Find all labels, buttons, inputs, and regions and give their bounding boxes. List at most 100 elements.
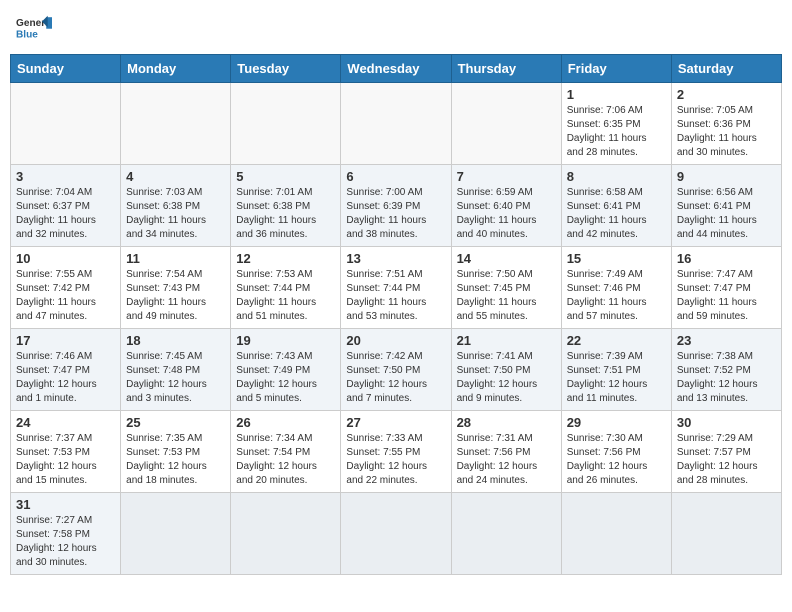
calendar-cell: 17 Sunrise: 7:46 AM Sunset: 7:47 PM Dayli…	[11, 329, 121, 411]
day-number: 11	[126, 251, 225, 266]
day-number: 17	[16, 333, 115, 348]
day-info: Sunrise: 7:49 AM Sunset: 7:46 PM Dayligh…	[567, 268, 666, 324]
calendar-week-row: 3 Sunrise: 7:04 AM Sunset: 6:37 PM Daylig…	[11, 165, 782, 247]
calendar-week-row: 10 Sunrise: 7:55 AM Sunset: 7:42 PM Dayli…	[11, 247, 782, 329]
day-info: Sunrise: 7:04 AM Sunset: 6:37 PM Dayligh…	[16, 186, 115, 242]
day-number: 13	[346, 251, 445, 266]
day-number: 7	[457, 169, 556, 184]
svg-text:Blue: Blue	[16, 29, 38, 40]
day-info: Sunrise: 6:58 AM Sunset: 6:41 PM Dayligh…	[567, 186, 666, 242]
calendar-cell: 28 Sunrise: 7:31 AM Sunset: 7:56 PM Dayli…	[451, 411, 561, 493]
day-number: 28	[457, 415, 556, 430]
calendar-cell: 1 Sunrise: 7:06 AM Sunset: 6:35 PM Daylig…	[561, 83, 671, 165]
calendar-cell: 2Sunrise: 7:05 AM Sunset: 6:36 PM Daylig…	[671, 83, 781, 165]
day-number: 1	[567, 87, 666, 102]
day-info: Sunrise: 7:47 AM Sunset: 7:47 PM Dayligh…	[677, 268, 776, 324]
calendar-cell: 8Sunrise: 6:58 AM Sunset: 6:41 PM Daylig…	[561, 165, 671, 247]
calendar-cell	[451, 83, 561, 165]
calendar-cell: 29Sunrise: 7:30 AM Sunset: 7:56 PM Dayli…	[561, 411, 671, 493]
day-info: Sunrise: 7:39 AM Sunset: 7:51 PM Dayligh…	[567, 350, 666, 406]
day-info: Sunrise: 7:31 AM Sunset: 7:56 PM Dayligh…	[457, 432, 556, 488]
calendar-cell: 5 Sunrise: 7:01 AM Sunset: 6:38 PM Daylig…	[231, 165, 341, 247]
day-number: 18	[126, 333, 225, 348]
day-number: 14	[457, 251, 556, 266]
calendar-table: SundayMondayTuesdayWednesdayThursdayFrid…	[10, 54, 782, 575]
day-number: 5	[236, 169, 335, 184]
day-number: 30	[677, 415, 776, 430]
weekday-header-row: SundayMondayTuesdayWednesdayThursdayFrid…	[11, 55, 782, 83]
calendar-week-row: 31Sunrise: 7:27 AM Sunset: 7:58 PM Dayli…	[11, 493, 782, 575]
day-info: Sunrise: 7:01 AM Sunset: 6:38 PM Dayligh…	[236, 186, 335, 242]
day-number: 2	[677, 87, 776, 102]
calendar-cell: 11 Sunrise: 7:54 AM Sunset: 7:43 PM Dayli…	[121, 247, 231, 329]
day-info: Sunrise: 7:34 AM Sunset: 7:54 PM Dayligh…	[236, 432, 335, 488]
day-info: Sunrise: 7:27 AM Sunset: 7:58 PM Dayligh…	[16, 514, 115, 570]
calendar-cell: 26 Sunrise: 7:34 AM Sunset: 7:54 PM Dayli…	[231, 411, 341, 493]
day-number: 26	[236, 415, 335, 430]
day-number: 24	[16, 415, 115, 430]
calendar-cell: 23 Sunrise: 7:38 AM Sunset: 7:52 PM Dayli…	[671, 329, 781, 411]
logo: General Blue	[16, 14, 52, 42]
calendar-cell: 13 Sunrise: 7:51 AM Sunset: 7:44 PM Dayli…	[341, 247, 451, 329]
day-info: Sunrise: 7:46 AM Sunset: 7:47 PM Dayligh…	[16, 350, 115, 406]
calendar-cell: 19 Sunrise: 7:43 AM Sunset: 7:49 PM Dayli…	[231, 329, 341, 411]
day-number: 10	[16, 251, 115, 266]
calendar-cell: 15Sunrise: 7:49 AM Sunset: 7:46 PM Dayli…	[561, 247, 671, 329]
day-number: 12	[236, 251, 335, 266]
day-number: 3	[16, 169, 115, 184]
day-number: 4	[126, 169, 225, 184]
calendar-cell	[121, 493, 231, 575]
calendar-cell	[231, 83, 341, 165]
calendar-cell: 7Sunrise: 6:59 AM Sunset: 6:40 PM Daylig…	[451, 165, 561, 247]
calendar-cell	[561, 493, 671, 575]
calendar-cell: 6 Sunrise: 7:00 AM Sunset: 6:39 PM Daylig…	[341, 165, 451, 247]
calendar-cell	[11, 83, 121, 165]
day-info: Sunrise: 7:50 AM Sunset: 7:45 PM Dayligh…	[457, 268, 556, 324]
calendar-cell: 30 Sunrise: 7:29 AM Sunset: 7:57 PM Dayli…	[671, 411, 781, 493]
calendar-week-row: 24 Sunrise: 7:37 AM Sunset: 7:53 PM Dayli…	[11, 411, 782, 493]
calendar-cell: 14 Sunrise: 7:50 AM Sunset: 7:45 PM Dayli…	[451, 247, 561, 329]
page-header: General Blue	[10, 10, 782, 46]
day-number: 9	[677, 169, 776, 184]
calendar-cell	[231, 493, 341, 575]
day-info: Sunrise: 7:30 AM Sunset: 7:56 PM Dayligh…	[567, 432, 666, 488]
day-number: 16	[677, 251, 776, 266]
calendar-cell: 21Sunrise: 7:41 AM Sunset: 7:50 PM Dayli…	[451, 329, 561, 411]
day-info: Sunrise: 6:56 AM Sunset: 6:41 PM Dayligh…	[677, 186, 776, 242]
day-info: Sunrise: 7:29 AM Sunset: 7:57 PM Dayligh…	[677, 432, 776, 488]
day-info: Sunrise: 7:00 AM Sunset: 6:39 PM Dayligh…	[346, 186, 445, 242]
calendar-cell: 9 Sunrise: 6:56 AM Sunset: 6:41 PM Daylig…	[671, 165, 781, 247]
day-info: Sunrise: 7:42 AM Sunset: 7:50 PM Dayligh…	[346, 350, 445, 406]
calendar-cell	[671, 493, 781, 575]
calendar-cell: 16 Sunrise: 7:47 AM Sunset: 7:47 PM Dayli…	[671, 247, 781, 329]
day-info: Sunrise: 7:54 AM Sunset: 7:43 PM Dayligh…	[126, 268, 225, 324]
calendar-week-row: 17 Sunrise: 7:46 AM Sunset: 7:47 PM Dayli…	[11, 329, 782, 411]
weekday-header-friday: Friday	[561, 55, 671, 83]
calendar-cell	[341, 83, 451, 165]
day-info: Sunrise: 7:43 AM Sunset: 7:49 PM Dayligh…	[236, 350, 335, 406]
calendar-cell	[341, 493, 451, 575]
day-info: Sunrise: 7:38 AM Sunset: 7:52 PM Dayligh…	[677, 350, 776, 406]
weekday-header-thursday: Thursday	[451, 55, 561, 83]
day-info: Sunrise: 7:06 AM Sunset: 6:35 PM Dayligh…	[567, 104, 666, 160]
weekday-header-tuesday: Tuesday	[231, 55, 341, 83]
day-info: Sunrise: 7:33 AM Sunset: 7:55 PM Dayligh…	[346, 432, 445, 488]
day-info: Sunrise: 7:55 AM Sunset: 7:42 PM Dayligh…	[16, 268, 115, 324]
day-number: 22	[567, 333, 666, 348]
day-number: 23	[677, 333, 776, 348]
calendar-cell	[451, 493, 561, 575]
day-info: Sunrise: 7:51 AM Sunset: 7:44 PM Dayligh…	[346, 268, 445, 324]
day-number: 20	[346, 333, 445, 348]
calendar-cell: 20 Sunrise: 7:42 AM Sunset: 7:50 PM Dayli…	[341, 329, 451, 411]
day-number: 27	[346, 415, 445, 430]
calendar-cell: 25Sunrise: 7:35 AM Sunset: 7:53 PM Dayli…	[121, 411, 231, 493]
calendar-cell: 18Sunrise: 7:45 AM Sunset: 7:48 PM Dayli…	[121, 329, 231, 411]
day-info: Sunrise: 7:37 AM Sunset: 7:53 PM Dayligh…	[16, 432, 115, 488]
calendar-cell: 24 Sunrise: 7:37 AM Sunset: 7:53 PM Dayli…	[11, 411, 121, 493]
day-number: 6	[346, 169, 445, 184]
day-info: Sunrise: 7:41 AM Sunset: 7:50 PM Dayligh…	[457, 350, 556, 406]
day-number: 19	[236, 333, 335, 348]
calendar-cell: 3 Sunrise: 7:04 AM Sunset: 6:37 PM Daylig…	[11, 165, 121, 247]
calendar-cell	[121, 83, 231, 165]
weekday-header-wednesday: Wednesday	[341, 55, 451, 83]
